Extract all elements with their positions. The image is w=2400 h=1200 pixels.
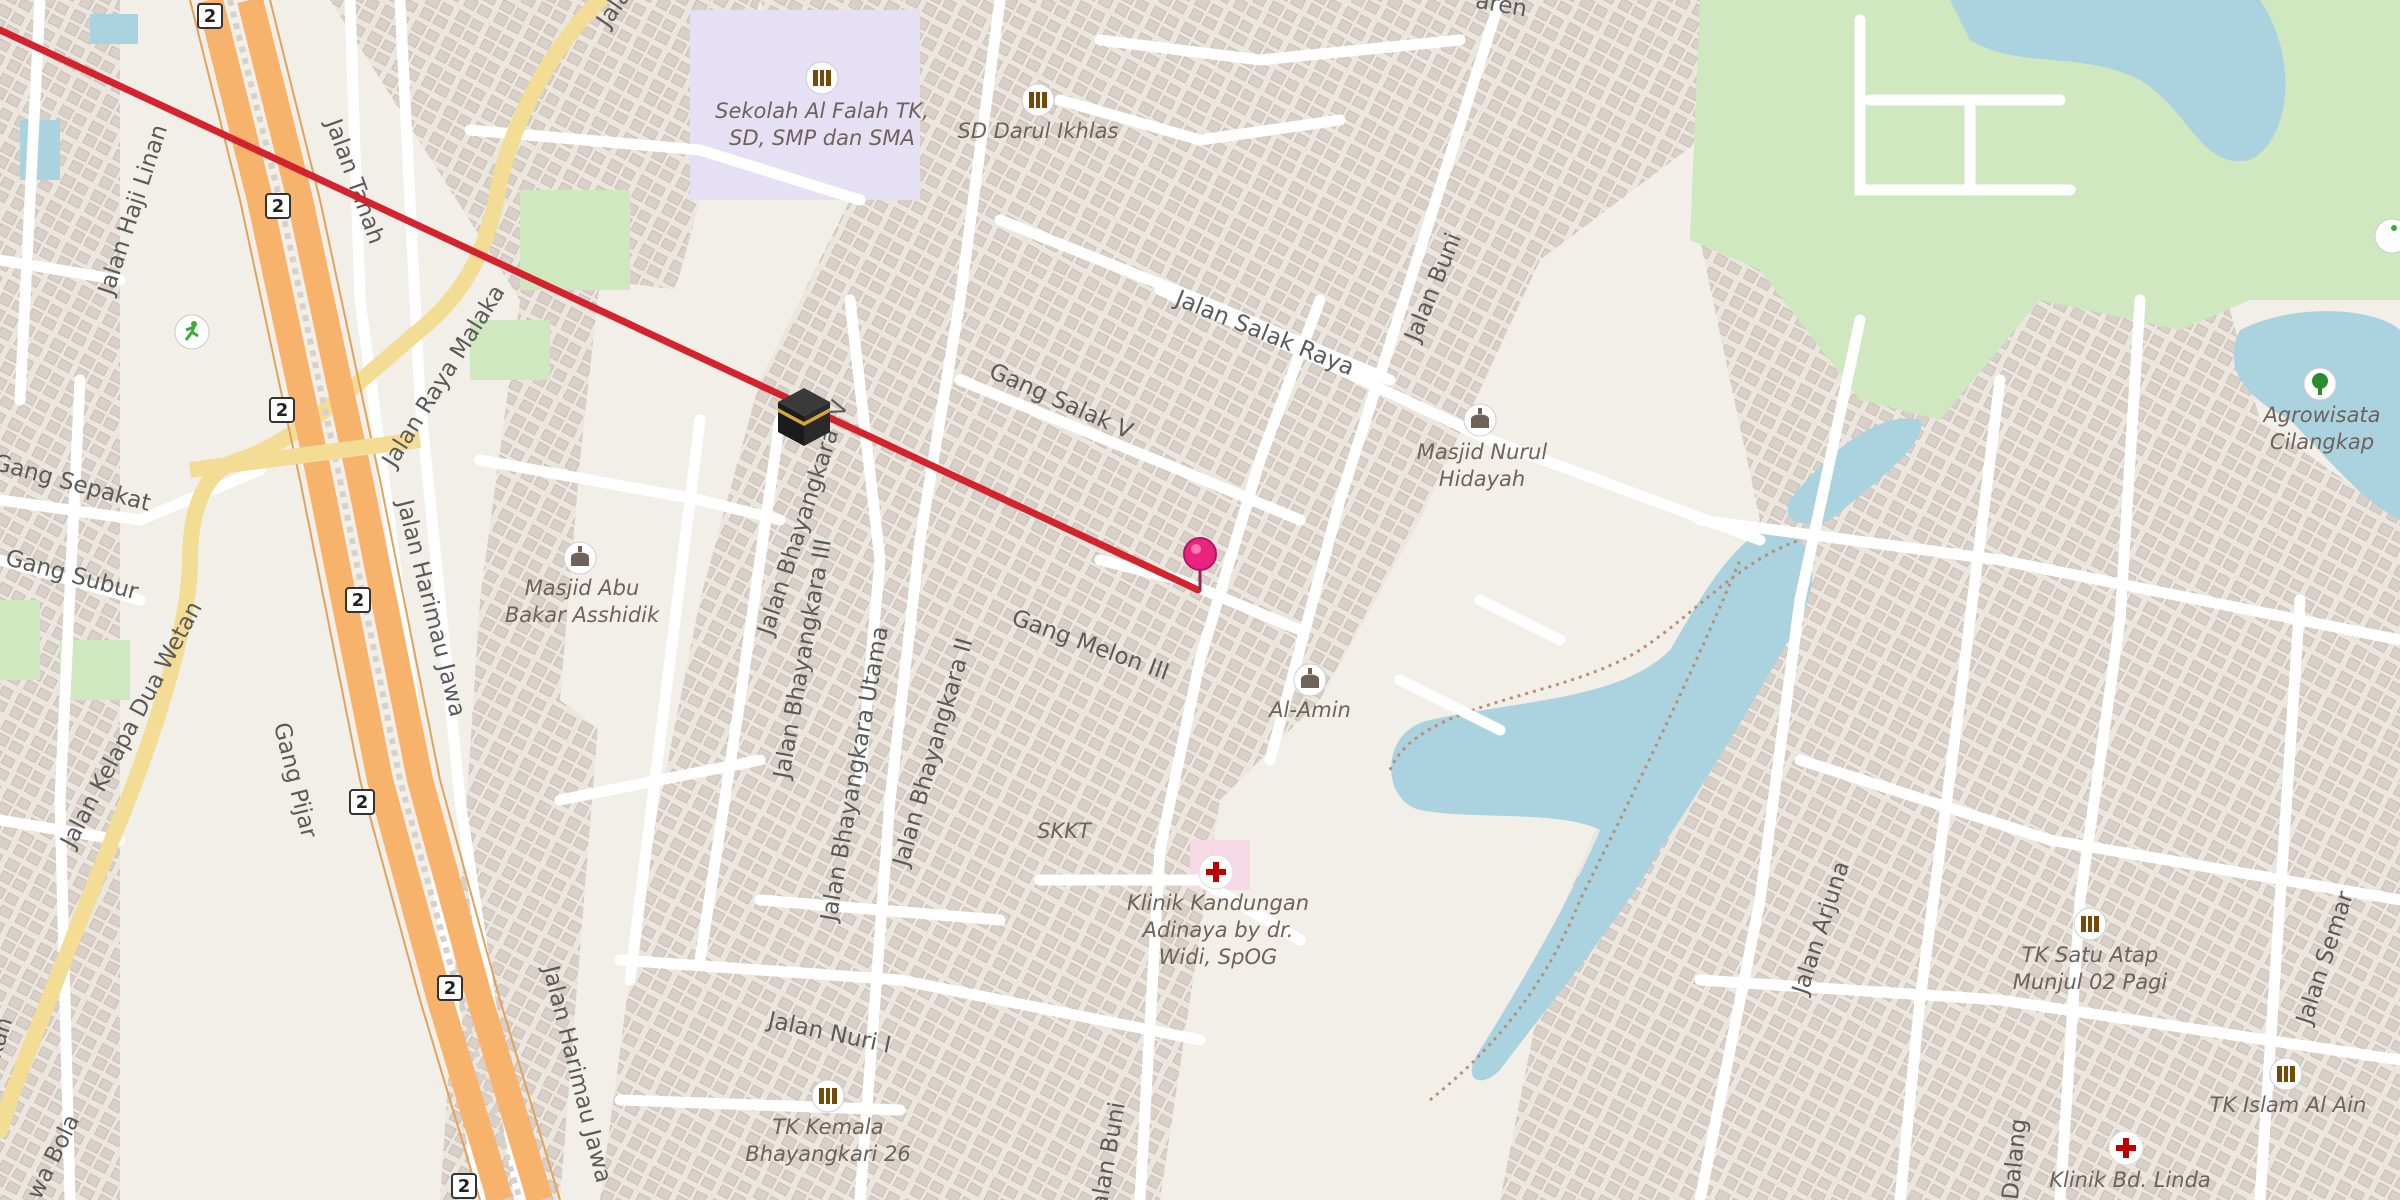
- poi-label: Munjul 02 Pagi: [2013, 970, 2168, 994]
- poi-label: Hidayah: [1439, 467, 1525, 491]
- poi-label: Masjid Nurul: [1417, 440, 1548, 464]
- mosque-icon: [1293, 663, 1327, 697]
- poi-label: Agrowisata: [2261, 403, 2380, 427]
- poi-label: Cilangkap: [2270, 430, 2374, 454]
- highway-shield-label: 2: [204, 6, 217, 27]
- poi-label: Widi, SpOG: [1159, 945, 1278, 969]
- school-icon: [2269, 1057, 2303, 1091]
- poi-label: Masjid Abu: [525, 576, 640, 600]
- highway-shield-label: 2: [352, 590, 365, 611]
- poi-label: Klinik Bd. Linda: [2049, 1168, 2211, 1192]
- poi-label: SD, SMP dan SMA: [729, 126, 915, 150]
- clinic-icon: [2108, 1130, 2144, 1166]
- highway-shield-label: 2: [458, 1176, 471, 1197]
- sports-icon[interactable]: [174, 314, 210, 350]
- poi-label: Bhayangkari 26: [745, 1142, 910, 1166]
- poi-label: Sekolah Al Falah TK,: [715, 99, 929, 123]
- school-icon: [811, 1079, 845, 1113]
- poi-label: Klinik Kandungan: [1127, 891, 1309, 915]
- skkt-label: SKKT: [1037, 819, 1093, 843]
- poi-label: SD Darul Ikhlas: [958, 119, 1119, 143]
- highway-shield-label: 2: [444, 978, 457, 999]
- street-label: Gang Pijar: [268, 720, 322, 841]
- school-icon: [2073, 907, 2107, 941]
- mosque-icon: [563, 541, 597, 575]
- highway-shield-label: 2: [276, 400, 289, 421]
- poi-label: Al-Amin: [1267, 698, 1351, 722]
- poi-label: TK Satu Atap: [2022, 943, 2159, 967]
- school-icon: [805, 61, 839, 95]
- poi-label: Adinaya by dr.: [1141, 918, 1294, 942]
- park-icon: [2303, 367, 2337, 401]
- school-icon: [1021, 83, 1055, 117]
- map-canvas[interactable]: 2 2 2 2 2 2 2 Jalan Salak Raya Gang Sala…: [0, 0, 2400, 1200]
- clinic-icon: [1198, 854, 1234, 890]
- poi-label: Bakar Asshidik: [505, 603, 660, 627]
- highway-shield-label: 2: [272, 196, 285, 217]
- poi-label: TK Islam Al Ain: [2210, 1093, 2367, 1117]
- mosque-icon: [1463, 403, 1497, 437]
- highway-shield-label: 2: [356, 792, 369, 813]
- poi-label: TK Kemala: [772, 1115, 883, 1139]
